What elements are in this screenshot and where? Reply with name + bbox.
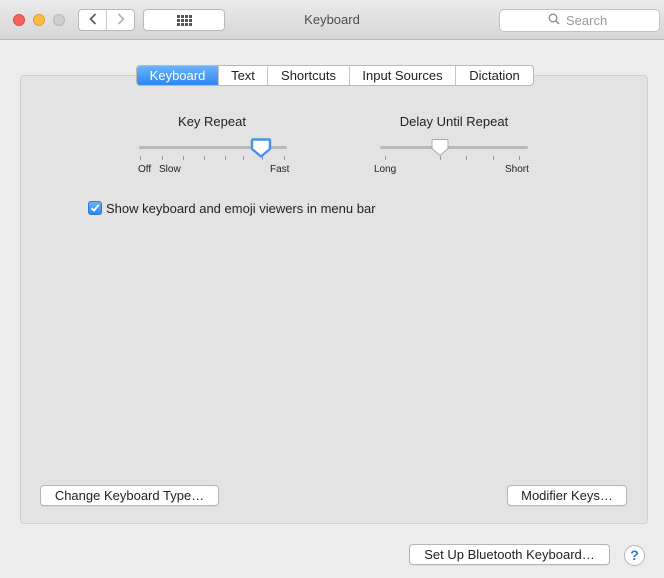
tab-shortcuts[interactable]: Shortcuts [267, 66, 349, 85]
viewer-checkbox[interactable] [88, 201, 102, 215]
key-repeat-label: Key Repeat [178, 114, 246, 129]
tick [225, 156, 226, 160]
key-repeat-fast-label: Fast [270, 164, 290, 175]
modifier-keys-button[interactable]: Modifier Keys… [507, 485, 627, 506]
tick [162, 156, 163, 160]
tick [140, 156, 141, 160]
delay-track[interactable] [380, 146, 528, 149]
key-repeat-slow-label: Slow [159, 164, 181, 175]
set-up-bluetooth-keyboard-button[interactable]: Set Up Bluetooth Keyboard… [409, 544, 610, 565]
magnifier-icon [548, 13, 566, 28]
tick [183, 156, 184, 160]
tick [519, 156, 520, 160]
help-button[interactable]: ? [624, 545, 645, 566]
tick [385, 156, 386, 160]
key-repeat-slider-knob[interactable] [250, 137, 272, 162]
tab-text[interactable]: Text [218, 66, 267, 85]
delay-until-repeat-label: Delay Until Repeat [399, 114, 509, 129]
delay-long-label: Long [374, 164, 397, 175]
tab-dictation[interactable]: Dictation [455, 66, 533, 85]
content-panel [20, 75, 648, 524]
search-input[interactable] [566, 13, 611, 28]
viewer-checkbox-label[interactable]: Show keyboard and emoji viewers in menu … [106, 201, 376, 216]
tick [243, 156, 244, 160]
title-bar: Keyboard [0, 0, 664, 40]
checkmark-icon [90, 201, 100, 216]
tick [466, 156, 467, 160]
tab-bar: Keyboard Text Shortcuts Input Sources Di… [136, 65, 534, 86]
delay-short-label: Short [505, 164, 529, 175]
key-repeat-off-label: Off [138, 164, 152, 175]
search-field[interactable] [499, 9, 660, 32]
tab-keyboard[interactable]: Keyboard [137, 66, 218, 85]
tick [204, 156, 205, 160]
tick [493, 156, 494, 160]
tab-input-sources[interactable]: Input Sources [349, 66, 455, 85]
delay-slider-knob[interactable] [430, 138, 450, 161]
change-keyboard-type-button[interactable]: Change Keyboard Type… [40, 485, 219, 506]
tick [284, 156, 285, 160]
keyboard-preferences-window: Keyboard Keyboard Text Shortcuts Input S… [0, 0, 664, 578]
